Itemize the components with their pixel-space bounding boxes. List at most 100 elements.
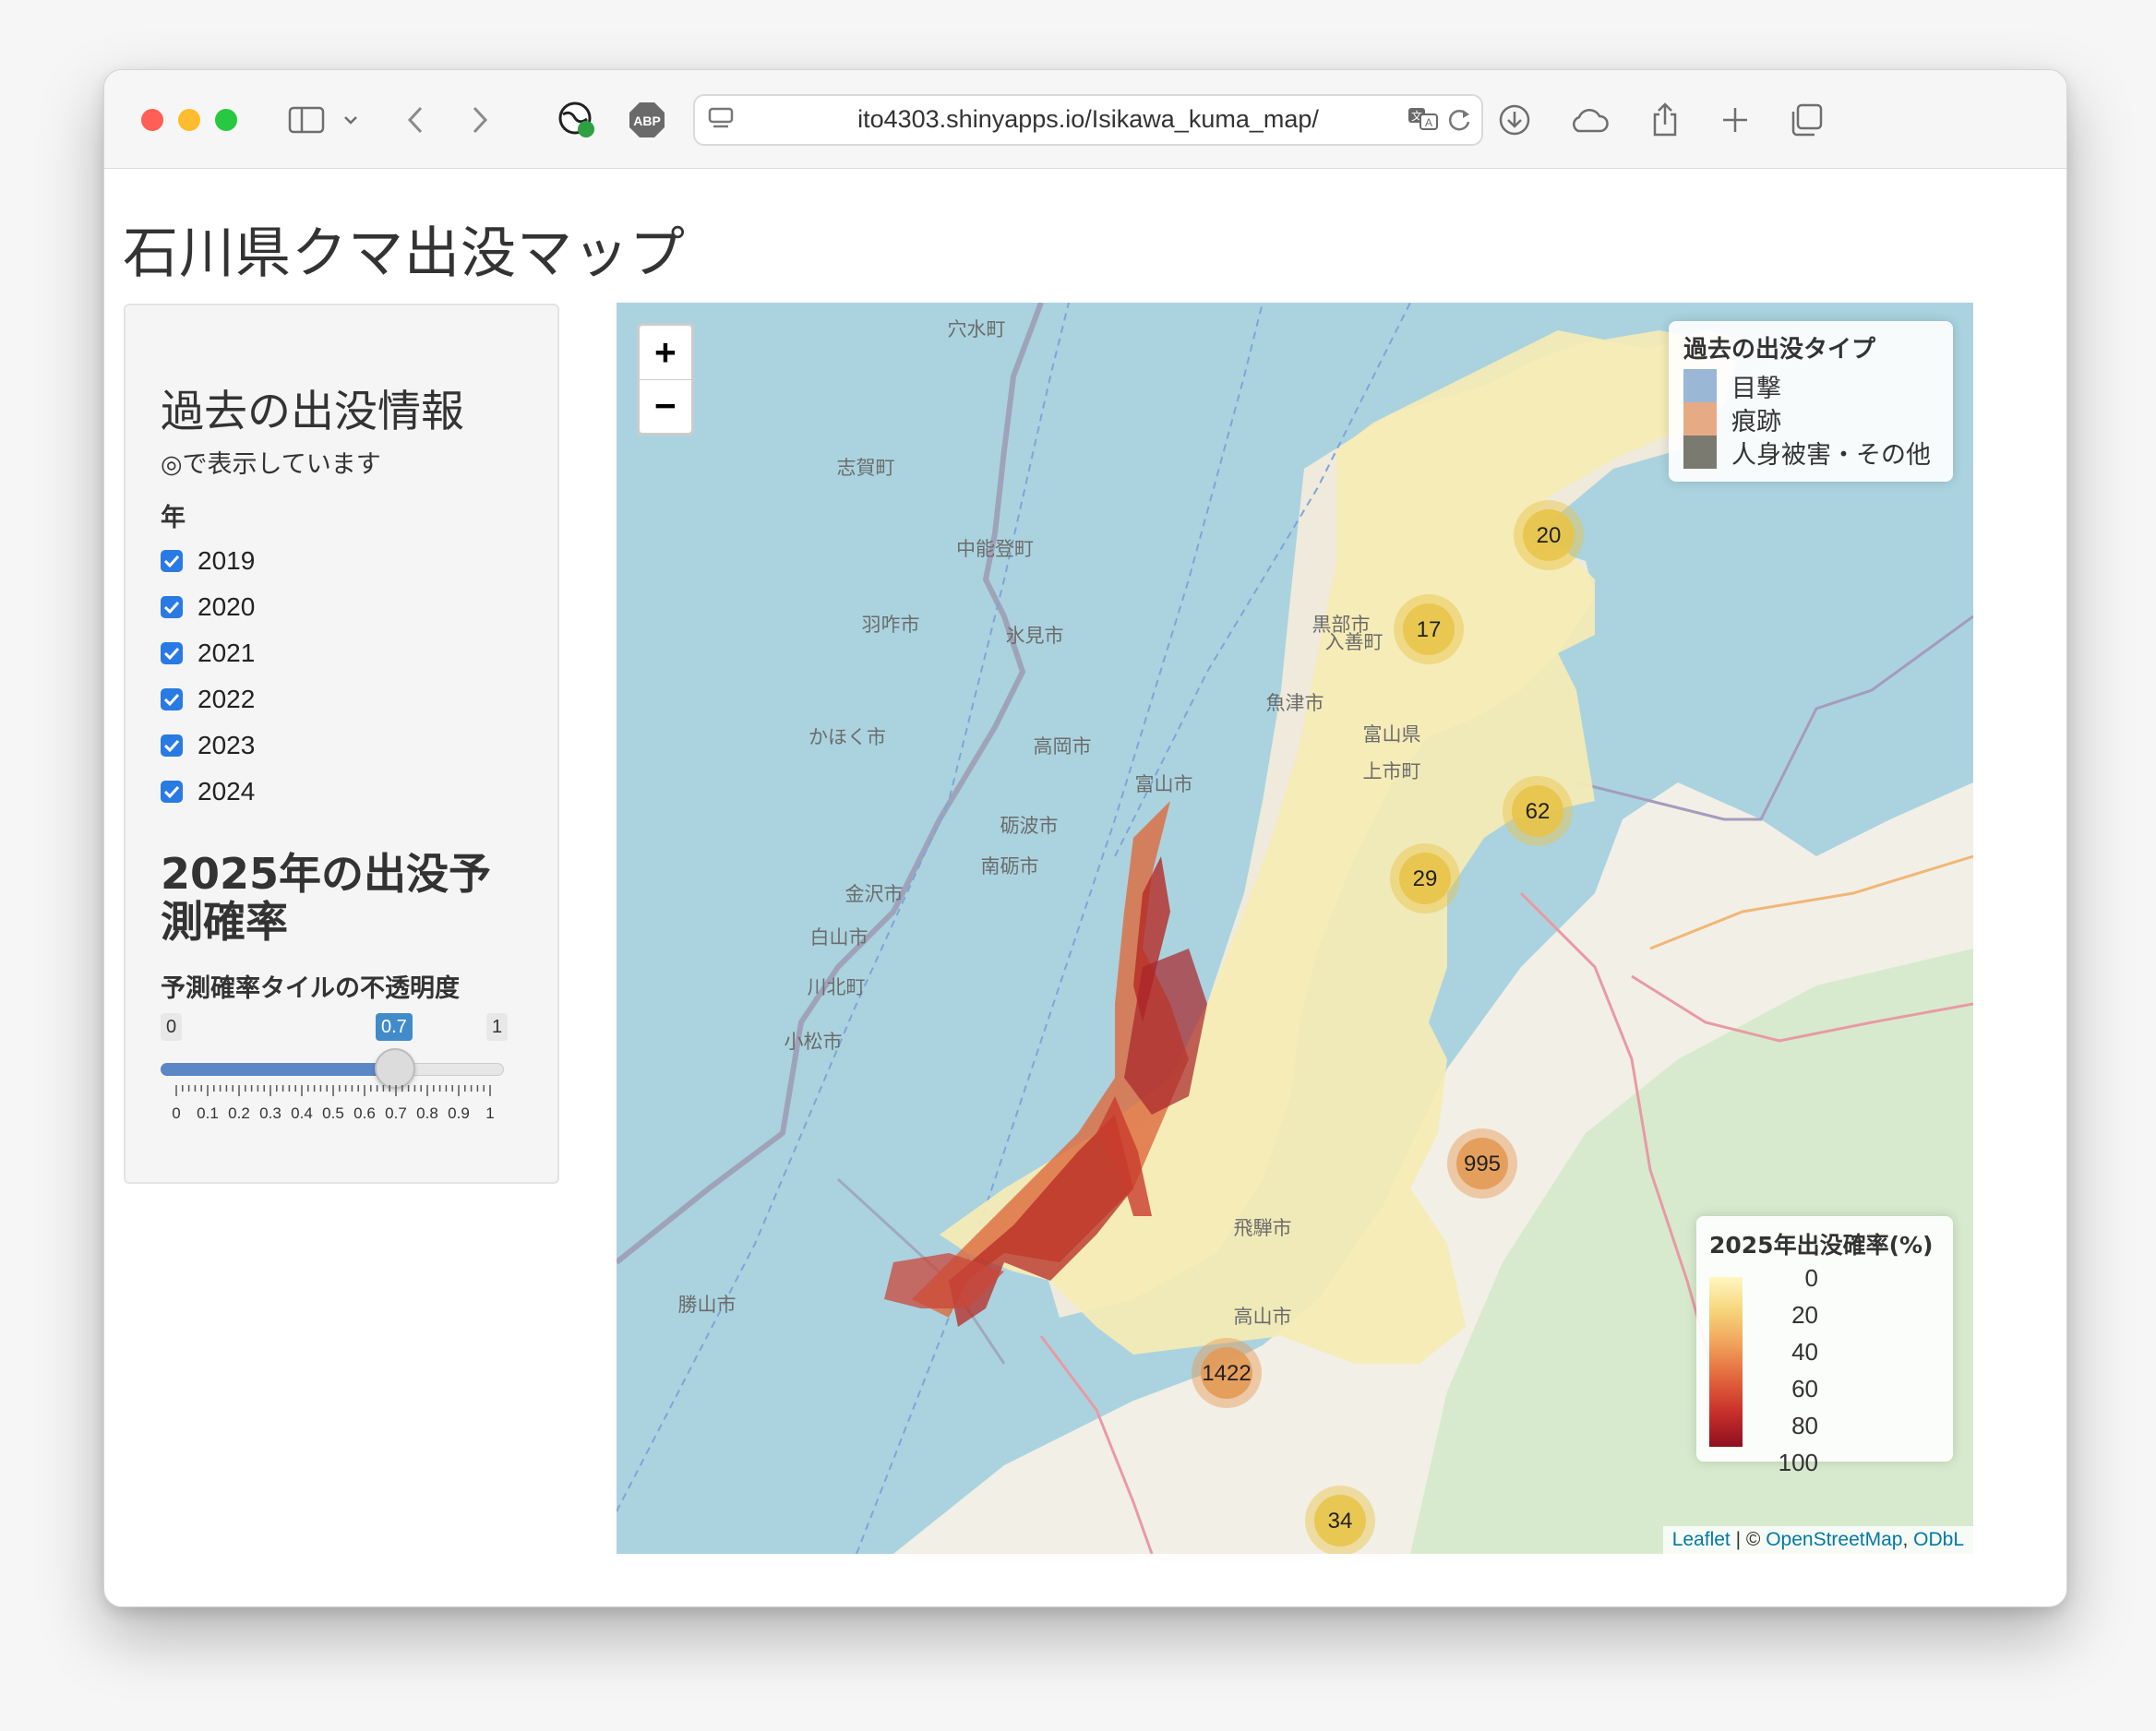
slider-tick-label: 0.7 xyxy=(385,1104,407,1122)
globe-extension-icon[interactable] xyxy=(557,94,597,146)
legend-swatch xyxy=(1683,369,1717,402)
slider-fill xyxy=(161,1063,395,1076)
tab-overview-icon[interactable] xyxy=(1788,94,1825,146)
probability-tick-label: 100 xyxy=(1778,1449,1818,1476)
sidebar-toggle-icon[interactable] xyxy=(285,94,328,146)
place-label: 金沢市 xyxy=(845,883,904,905)
map-attribution: Leaflet | © OpenStreetMap, ODbL xyxy=(1662,1526,1973,1554)
year-checkbox-2024[interactable]: 2024 xyxy=(161,776,255,807)
chevron-down-icon[interactable] xyxy=(341,94,361,146)
cluster-marker: 62 xyxy=(1503,776,1573,846)
checkbox-checked-icon[interactable] xyxy=(161,596,183,618)
place-label: かほく市 xyxy=(808,726,886,748)
place-label: 高岡市 xyxy=(1034,735,1092,758)
probability-tick-label: 20 xyxy=(1791,1301,1818,1329)
cluster-count: 1422 xyxy=(1202,1361,1251,1386)
zoom-in-button[interactable]: + xyxy=(640,326,691,380)
year-checkbox-label: 2022 xyxy=(198,685,256,713)
year-checkbox-2021[interactable]: 2021 xyxy=(161,638,255,669)
checkbox-checked-icon[interactable] xyxy=(161,734,183,757)
close-window-button[interactable] xyxy=(141,109,163,131)
translate-icon[interactable]: 文A xyxy=(1407,107,1439,135)
cluster-marker: 995 xyxy=(1447,1128,1517,1199)
place-label: 魚津市 xyxy=(1266,692,1324,714)
year-checkbox-2023[interactable]: 2023 xyxy=(161,730,255,761)
attribution-separator: | © xyxy=(1730,1529,1767,1550)
leaflet-map[interactable]: 輪島市穴水町能登町志賀町中能登町羽咋市氷見市かほく市高岡市富山市砺波市南砺市金沢… xyxy=(617,303,1973,1554)
slider-tick-label: 0 xyxy=(172,1104,180,1122)
type-legend-label: 痕跡 xyxy=(1731,407,1781,436)
probability-ticks: 0 20 40 60 80 100 xyxy=(1744,1264,1855,1476)
slider-tick-label: 0.4 xyxy=(291,1104,313,1122)
place-label: 南砺市 xyxy=(981,855,1039,877)
probability-tick-label: 80 xyxy=(1791,1412,1818,1439)
year-checkbox-2020[interactable]: 2020 xyxy=(161,591,255,623)
past-info-heading: 過去の出没情報 xyxy=(161,387,464,437)
probability-legend: 2025年出没確率(%) 0 20 40 60 80 100 xyxy=(1696,1216,1953,1476)
past-info-note: ◎で表示しています xyxy=(161,450,381,479)
year-checkbox-2022[interactable]: 2022 xyxy=(161,684,255,715)
cluster-count: 17 xyxy=(1417,617,1442,642)
page-title: 石川県クマ出没マップ xyxy=(123,221,686,286)
cluster-count: 20 xyxy=(1537,523,1562,548)
zoom-window-button[interactable] xyxy=(215,109,237,131)
type-legend-label: 目撃 xyxy=(1731,374,1781,403)
slider-tick-label: 1 xyxy=(485,1104,494,1122)
cluster-marker: 34 xyxy=(1305,1486,1375,1554)
back-icon[interactable] xyxy=(401,94,429,146)
place-label: 飛騨市 xyxy=(1234,1217,1292,1239)
place-label: 中能登町 xyxy=(956,538,1034,560)
reload-icon[interactable] xyxy=(1446,107,1472,137)
slider-value-label: 0.7 xyxy=(376,1013,413,1041)
minimize-window-button[interactable] xyxy=(178,109,200,131)
forward-icon[interactable] xyxy=(466,94,494,146)
type-legend-item: 痕跡 xyxy=(1683,402,1781,436)
year-checkbox-label: 2021 xyxy=(198,639,256,667)
prefecture-border xyxy=(1575,615,1973,821)
probability-tick-label: 60 xyxy=(1791,1375,1818,1403)
address-bar[interactable]: ito4303.shinyapps.io/Isikawa_kuma_map/ 文… xyxy=(693,94,1483,146)
year-checkbox-2019[interactable]: 2019 xyxy=(161,545,255,577)
maritime-boundary xyxy=(617,303,1044,1265)
cluster-marker: 1422 xyxy=(1192,1338,1262,1408)
place-label: 白山市 xyxy=(810,926,868,949)
cluster-marker: 17 xyxy=(1394,594,1464,664)
place-label: 志賀町 xyxy=(837,457,895,479)
browser-window: ABP ito4303.shinyapps.io/Isikawa_kuma_ma… xyxy=(103,69,2067,1607)
checkbox-checked-icon[interactable] xyxy=(161,688,183,710)
odbl-link[interactable]: ODbL xyxy=(1913,1529,1964,1550)
probability-tick-label: 0 xyxy=(1804,1264,1818,1292)
attribution-comma: , xyxy=(1902,1529,1914,1550)
checkbox-checked-icon[interactable] xyxy=(161,642,183,664)
checkbox-checked-icon[interactable] xyxy=(161,550,183,572)
type-legend-item: 人身被害・その他 xyxy=(1683,436,1931,470)
svg-text:ABP: ABP xyxy=(633,113,661,128)
share-icon[interactable] xyxy=(1649,94,1681,146)
forecast-heading-line1: 2025年の出没予 xyxy=(161,849,492,899)
zoom-out-button[interactable]: − xyxy=(640,379,691,433)
type-legend-title: 過去の出没タイプ xyxy=(1683,336,1876,364)
year-checkbox-label: 2020 xyxy=(198,592,256,621)
slider-tick-label: 0.6 xyxy=(353,1104,376,1122)
download-icon[interactable] xyxy=(1496,94,1533,146)
new-tab-icon[interactable] xyxy=(1719,94,1751,146)
checkbox-checked-icon[interactable] xyxy=(161,781,183,803)
probability-legend-title: 2025年出没確率(%) xyxy=(1709,1232,1934,1259)
leaflet-link[interactable]: Leaflet xyxy=(1672,1529,1731,1550)
place-label: 高山市 xyxy=(1234,1306,1292,1328)
slider-handle[interactable] xyxy=(375,1048,415,1089)
cluster-marker: 20 xyxy=(1514,500,1584,570)
adblock-icon[interactable]: ABP xyxy=(627,94,667,146)
slider-ticks: 0 0.1 0.2 0.3 0.4 0.5 0.6 0.7 0.8 0.9 1 xyxy=(172,1085,495,1122)
legend-swatch xyxy=(1683,402,1717,436)
year-label: 年 xyxy=(161,504,186,532)
year-checkbox-label: 2019 xyxy=(198,546,256,575)
cluster-count: 995 xyxy=(1464,1152,1501,1176)
place-label: 上市町 xyxy=(1363,760,1421,782)
cloud-icon[interactable] xyxy=(1568,94,1611,146)
osm-link[interactable]: OpenStreetMap xyxy=(1766,1529,1902,1550)
type-legend: 過去の出没タイプ 目撃 痕跡 人身被害・その他 xyxy=(1669,321,1953,482)
slider-min-label: 0 xyxy=(161,1013,183,1041)
zoom-control: + − xyxy=(637,323,694,436)
legend-swatch xyxy=(1683,436,1717,469)
